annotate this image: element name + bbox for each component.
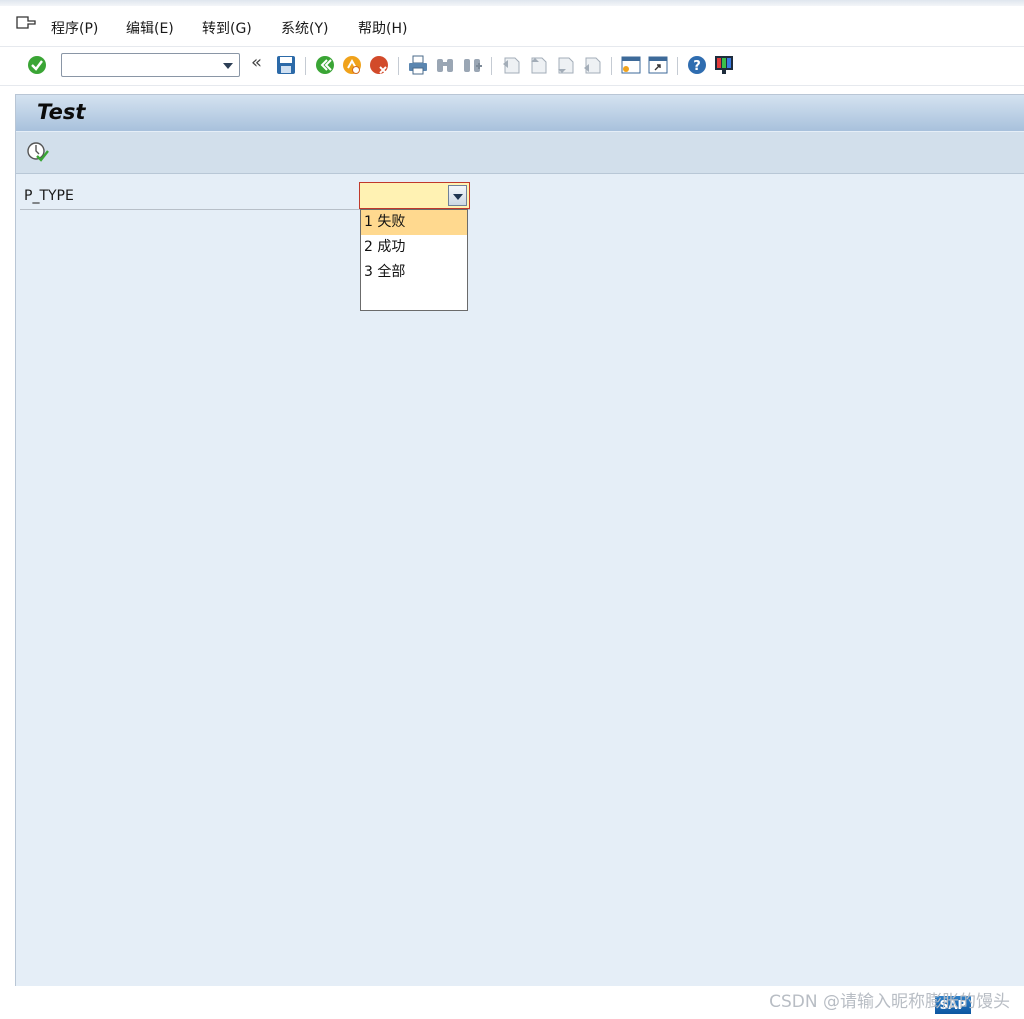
cancel-icon[interactable] <box>368 54 390 76</box>
find-next-icon[interactable] <box>461 54 483 76</box>
previous-page-icon[interactable] <box>527 54 549 76</box>
customize-layout-icon[interactable] <box>713 54 735 76</box>
toolbar-separator <box>398 57 399 75</box>
p-type-options-list: 1 失败 2 成功 3 全部 <box>360 209 468 311</box>
command-field[interactable] <box>61 53 240 77</box>
collapse-command-field-icon[interactable]: « <box>251 52 262 73</box>
screen-title-bar: Test <box>16 95 1024 131</box>
dropdown-option-failed[interactable]: 1 失败 <box>361 210 467 235</box>
application-toolbar <box>16 132 1024 174</box>
p-type-label: P_TYPE <box>24 188 74 204</box>
help-icon[interactable]: ? <box>686 54 708 76</box>
toolbar-separator <box>491 57 492 75</box>
chevron-down-icon[interactable] <box>448 185 467 206</box>
menu-program[interactable]: 程序(P) <box>51 18 98 38</box>
exit-icon[interactable] <box>341 54 363 76</box>
menu-edit[interactable]: 编辑(E) <box>126 18 174 38</box>
status-bar: SAP CSDN @请输入昵称膨胀的馒头 <box>0 986 1024 1019</box>
first-page-icon[interactable] <box>500 54 522 76</box>
next-page-icon[interactable] <box>554 54 576 76</box>
standard-toolbar: « ? <box>0 46 1024 86</box>
watermark-text: CSDN @请输入昵称膨胀的馒头 <box>769 992 1010 1012</box>
main-screen-area: Test P_TYPE 1 失败 2 成功 3 全部 <box>15 94 1024 987</box>
dropdown-option-success[interactable]: 2 成功 <box>361 235 467 260</box>
create-shortcut-icon[interactable] <box>647 54 669 76</box>
toolbar-separator <box>305 57 306 75</box>
menu-system[interactable]: 系统(Y) <box>281 18 328 38</box>
toolbar-separator <box>677 57 678 75</box>
chevron-down-icon[interactable] <box>223 63 233 69</box>
dropdown-option-all[interactable]: 3 全部 <box>361 260 467 285</box>
svg-text:?: ? <box>693 59 701 74</box>
p-type-dropdown-field[interactable] <box>359 182 470 209</box>
print-icon[interactable] <box>407 54 429 76</box>
new-session-icon[interactable] <box>620 54 642 76</box>
execute-icon[interactable] <box>26 141 50 163</box>
page-title: Test <box>37 100 86 124</box>
back-icon[interactable] <box>314 54 336 76</box>
menu-goto[interactable]: 转到(G) <box>202 18 252 38</box>
save-icon[interactable] <box>275 54 297 76</box>
last-page-icon[interactable] <box>581 54 603 76</box>
menu-help[interactable]: 帮助(H) <box>358 18 407 38</box>
enter-check-icon[interactable] <box>26 54 48 76</box>
menu-bar: 程序(P) 编辑(E) 转到(G) 系统(Y) 帮助(H) <box>0 6 1024 46</box>
menu-toggle-icon[interactable] <box>16 15 36 31</box>
toolbar-separator <box>611 57 612 75</box>
find-icon[interactable] <box>434 54 456 76</box>
